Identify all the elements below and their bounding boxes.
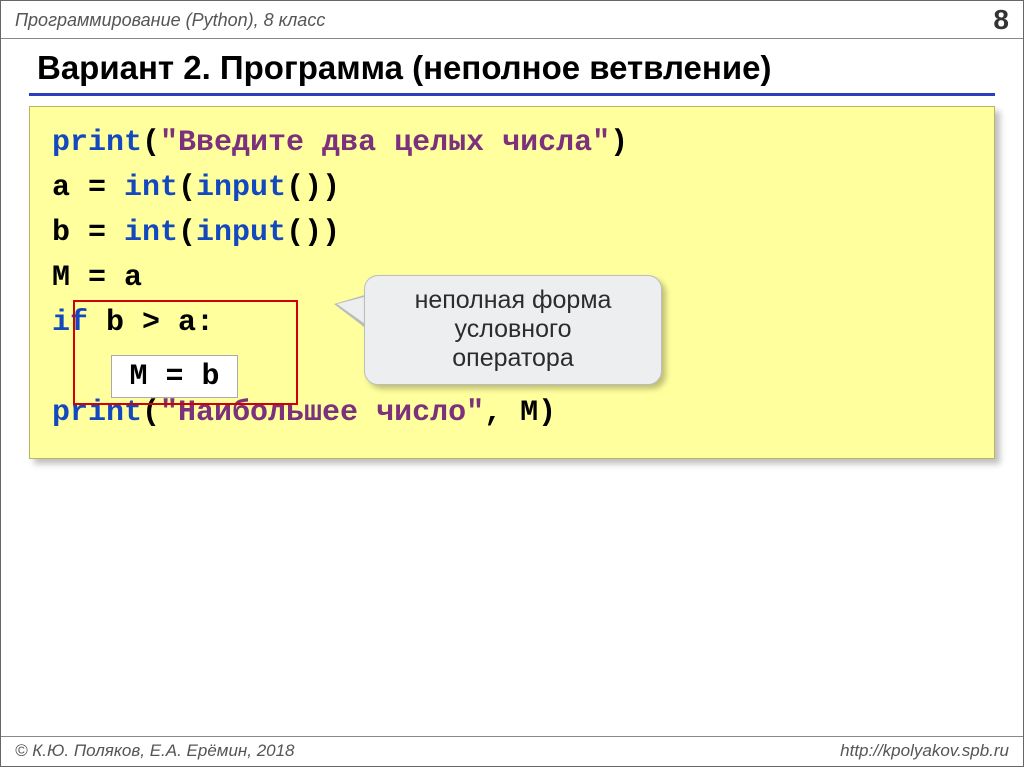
callout-line-1: неполная форма (377, 286, 649, 315)
footer: © К.Ю. Поляков, Е.А. Ерёмин, 2018 http:/… (1, 736, 1023, 766)
callout-line-3: оператора (377, 344, 649, 373)
paren: ()) (286, 216, 340, 250)
slide-title: Вариант 2. Программа (неполное ветвление… (1, 39, 1023, 93)
copyright: © К.Ю. Поляков, Е.А. Ерёмин, 2018 (15, 741, 295, 761)
paren: ()) (286, 171, 340, 205)
code-box: print("Введите два целых числа") a = int… (29, 106, 995, 459)
slide: Программирование (Python), 8 класс 8 Вар… (0, 0, 1024, 767)
input-fn: input (196, 216, 286, 250)
code-text: b = (52, 216, 124, 250)
code-text: , M) (484, 396, 556, 430)
code-line-3: b = int(input()) (52, 211, 976, 256)
code-line-2: a = int(input()) (52, 166, 976, 211)
callout-line-2: условного (377, 315, 649, 344)
code-line-6-text: M = b (129, 360, 219, 394)
code-line-1: print("Введите два целых числа") (52, 121, 976, 166)
string-literal: "Введите два целых числа" (160, 126, 610, 160)
callout: неполная форма условного оператора (364, 275, 662, 385)
paren: ( (178, 171, 196, 205)
paren: ) (610, 126, 628, 160)
int-fn: int (124, 216, 178, 250)
title-rule (29, 93, 995, 96)
input-fn: input (196, 171, 286, 205)
header: Программирование (Python), 8 класс 8 (1, 1, 1023, 39)
page-number: 8 (993, 4, 1009, 36)
footer-url: http://kpolyakov.spb.ru (840, 741, 1009, 761)
inner-code-box: M = b (111, 355, 238, 398)
header-subject: Программирование (Python), 8 класс (15, 10, 325, 31)
code-text: a = (52, 171, 124, 205)
int-fn: int (124, 171, 178, 205)
print-fn: print (52, 126, 142, 160)
paren: ( (142, 126, 160, 160)
paren: ( (178, 216, 196, 250)
